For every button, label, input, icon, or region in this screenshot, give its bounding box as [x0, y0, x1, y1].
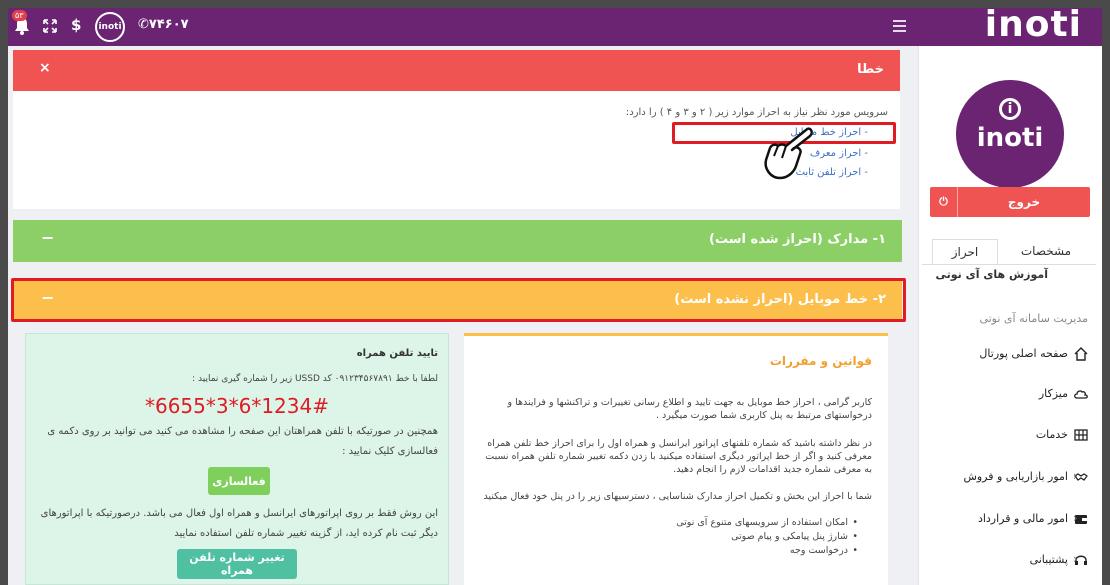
menu-icon[interactable] — [893, 20, 906, 32]
verify-paragraph-2: این روش فقط بر روی اپراتورهای ایرانسل و … — [40, 508, 438, 539]
phone-icon: ✆ — [138, 17, 149, 32]
inoti-logo-small[interactable]: inoti — [95, 12, 125, 42]
chevron-left-icon: ‹ — [1073, 427, 1078, 441]
change-mobile-button[interactable]: تغییر شماره تلفن همراه — [177, 549, 297, 579]
sidebar-logo-text: inoti — [976, 123, 1044, 153]
brand-logo[interactable]: inoti — [985, 8, 1082, 46]
verify-instruction: لطفا با خط ۰۹۱۲۳۴۵۶۷۸۹۱ کد USSD زیر را ش… — [192, 374, 438, 384]
sidebar-item-label: صفحه اصلی پورتال — [979, 347, 1068, 360]
top-bar: inoti ۵۳ $ inoti ✆۷۴۶۰۷ — [8, 8, 1102, 46]
panel-documents-title: ۱- مدارک (احراز شده است) — [709, 232, 886, 247]
verify-paragraph-1: همچنین در صورتیکه با تلفن همراهتان این ص… — [47, 426, 438, 457]
list-item: درخواست وجه — [790, 545, 858, 556]
pointing-hand-icon — [764, 127, 813, 180]
logo-i-icon: i — [999, 98, 1021, 120]
sidebar-item-portal-home[interactable]: صفحه اصلی پورتال — [918, 345, 1102, 365]
sidebar-item-label: امور مالی و قرارداد — [977, 512, 1068, 525]
panel-documents[interactable]: ۱- مدارک (احراز شده است) − — [13, 220, 902, 262]
list-item: امکان استفاده از سرویسهای متنوع آی نوتی — [676, 517, 858, 528]
close-icon[interactable]: × — [39, 60, 51, 76]
mobile-verify-card: تایید تلفن همراه لطفا با خط ۰۹۱۲۳۴۵۶۷۸۹۱… — [25, 333, 449, 585]
tutorials-link[interactable]: آموزش های آی نوتی — [936, 268, 1048, 281]
highlight-box-mobile-panel — [11, 278, 906, 322]
notification-badge: ۵۳ — [12, 10, 27, 21]
phone-number[interactable]: ✆۷۴۶۰۷ — [138, 17, 189, 32]
tab-verification[interactable]: احراز — [932, 239, 998, 265]
sidebar-logo: i inoti — [956, 80, 1064, 188]
dollar-icon[interactable]: $ — [71, 16, 81, 34]
collapse-icon[interactable]: − — [41, 228, 54, 247]
app-window: inoti ۵۳ $ inoti ✆۷۴۶۰۷ i inoti خروج ⏻ ا… — [8, 8, 1102, 585]
sidebar-item-label: خدمات — [1035, 428, 1068, 441]
sidebar-item-finance[interactable]: امور مالی و قرارداد ‹ — [918, 510, 1102, 530]
tab-profile[interactable]: مشخصات — [1006, 239, 1086, 265]
chevron-left-icon: ‹ — [1073, 552, 1078, 566]
sidebar: i inoti خروج ⏻ احراز مشخصات آموزش های آی… — [918, 46, 1102, 585]
tab-divider — [922, 264, 1096, 265]
rules-paragraph-3: شما با احراز این بخش و تکمیل احراز مدارک… — [483, 491, 872, 502]
logout-label: خروج — [1007, 195, 1041, 209]
link-verify-referrer[interactable]: - احراز معرف — [810, 148, 868, 159]
rules-paragraph-2: در نظر داشته باشید که شماره تلفنهای اپرا… — [485, 438, 872, 475]
sidebar-item-services[interactable]: خدمات ‹ — [918, 426, 1102, 446]
activate-button[interactable]: فعالسازی — [208, 467, 270, 495]
rules-paragraph-1: کاربر گرامی ، احراز خط موبایل به جهت تای… — [507, 397, 872, 421]
fullscreen-icon[interactable] — [43, 19, 57, 33]
home-icon — [1074, 347, 1088, 361]
list-item: شارژ پنل پیامکی و پیام صوتی — [731, 531, 858, 542]
logout-button[interactable]: خروج ⏻ — [930, 187, 1090, 217]
sidebar-item-support[interactable]: پشتیبانی ‹ — [918, 551, 1102, 571]
ussd-code: *6655*3*6*1234# — [144, 394, 329, 418]
phone-number-text: ۷۴۶۰۷ — [148, 17, 189, 32]
sidebar-item-dashboard[interactable]: میزکار — [918, 385, 1102, 405]
error-message: سرویس مورد نظر نیاز به احراز موارد زیر (… — [625, 107, 888, 118]
chevron-left-icon: ‹ — [1073, 469, 1078, 483]
rules-title: قوانین و مقررات — [769, 354, 872, 368]
sidebar-item-label: امور بازاریابی و فروش — [963, 470, 1068, 483]
verify-title: تایید تلفن همراه — [356, 348, 438, 359]
chevron-left-icon: ‹ — [1073, 511, 1078, 525]
sidebar-item-marketing[interactable]: امور بازاریابی و فروش ‹ — [918, 468, 1102, 488]
menu-section-header: مدیریت سامانه آی نوتی — [979, 312, 1088, 325]
rules-card: قوانین و مقررات کاربر گرامی ، احراز خط م… — [464, 333, 888, 585]
error-alert-header: خطا × — [13, 50, 900, 91]
sidebar-item-label: پشتیبانی — [1029, 553, 1068, 566]
cloud-icon — [1074, 390, 1088, 399]
sidebar-item-label: میزکار — [1038, 387, 1068, 400]
power-icon: ⏻ — [930, 187, 958, 217]
error-alert-title: خطا — [857, 62, 884, 77]
